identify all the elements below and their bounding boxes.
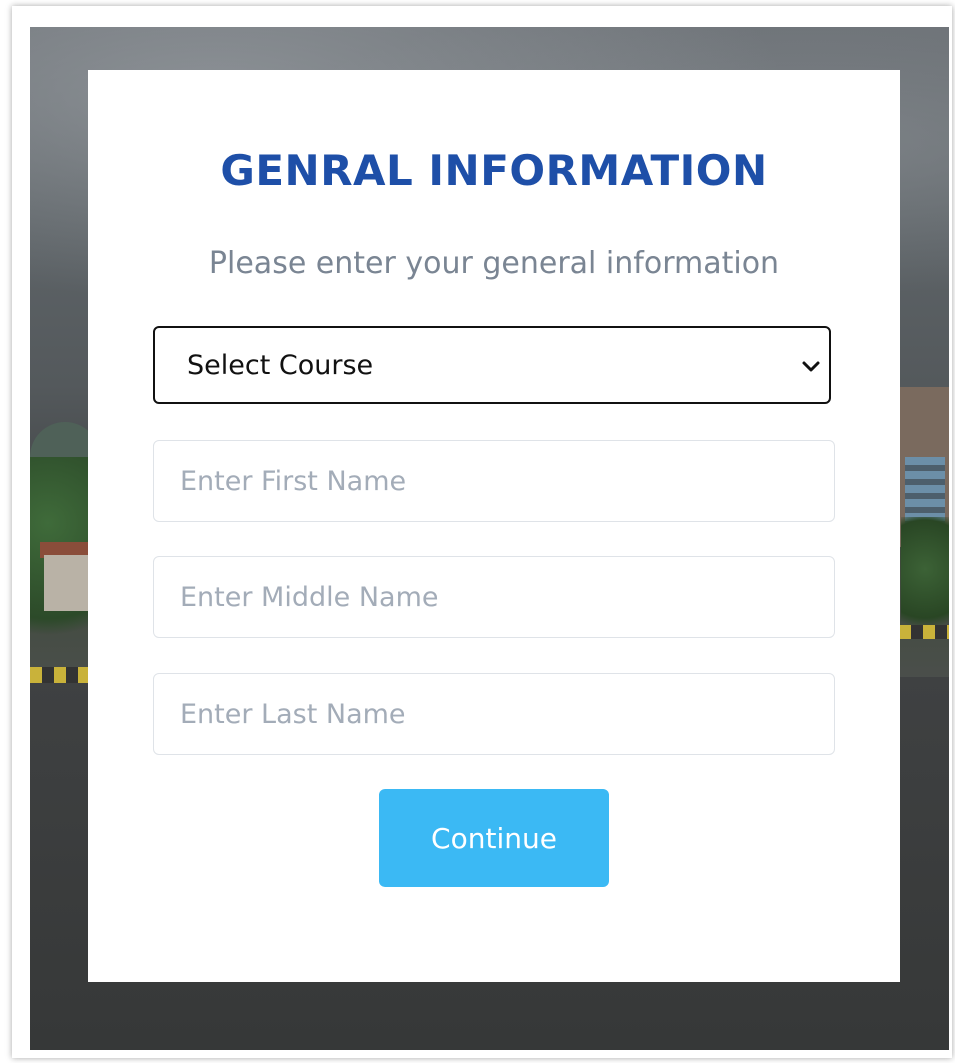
chevron-down-icon	[802, 361, 820, 372]
first-name-field[interactable]	[153, 440, 835, 522]
background-curb-right	[899, 625, 949, 639]
middle-name-field[interactable]	[153, 556, 835, 638]
course-select-value: Select Course	[187, 350, 374, 381]
first-name-input[interactable]	[154, 441, 834, 521]
background-curb-left	[30, 667, 90, 683]
background-house	[44, 555, 88, 611]
last-name-input[interactable]	[154, 674, 834, 754]
general-info-card: GENRAL INFORMATION Please enter your gen…	[88, 70, 900, 982]
course-select[interactable]: Select Course	[153, 326, 831, 404]
form-title: GENRAL INFORMATION	[220, 146, 768, 195]
last-name-field[interactable]	[153, 673, 835, 755]
continue-button[interactable]: Continue	[379, 789, 609, 887]
form-subtitle: Please enter your general information	[208, 246, 780, 281]
middle-name-input[interactable]	[154, 557, 834, 637]
